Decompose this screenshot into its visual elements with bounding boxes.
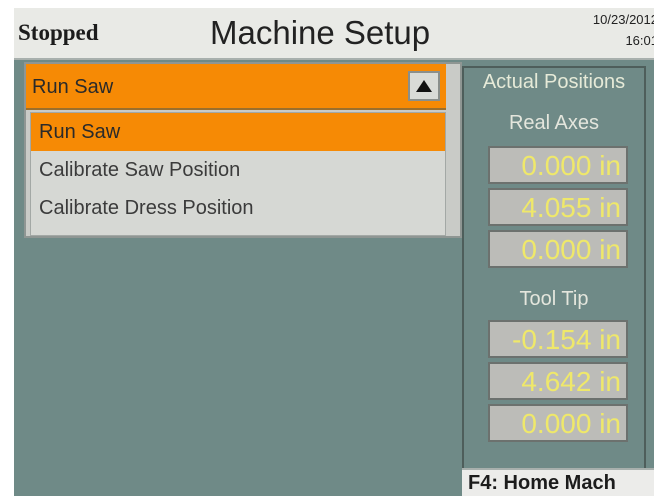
actual-positions-panel: Actual Positions Real Axes 0.000 in 4.05…	[462, 66, 646, 470]
date-display: 10/23/2012	[592, 12, 654, 27]
title-bar: Stopped Machine Setup 10/23/2012 16:01	[14, 8, 654, 60]
mode-dropdown-selected: Run Saw	[32, 76, 114, 98]
time-display: 16:01	[625, 33, 654, 48]
triangle-up-icon	[416, 80, 432, 92]
dropdown-toggle-button[interactable]	[408, 71, 440, 101]
tool-tip-value-3: 0.000 in	[488, 404, 628, 442]
real-axis-value-3: 0.000 in	[488, 230, 628, 268]
mode-dropdown-header[interactable]: Run Saw	[26, 64, 446, 110]
tool-tip-value-1: -0.154 in	[488, 320, 628, 358]
f4-home-machine-button[interactable]: F4: Home Mach	[462, 468, 654, 496]
dropdown-option-run-saw[interactable]: Run Saw	[31, 113, 445, 151]
real-axis-value-1: 0.000 in	[488, 146, 628, 184]
tool-tip-label: Tool Tip	[519, 288, 589, 310]
dropdown-option-calibrate-dress[interactable]: Calibrate Dress Position	[31, 189, 445, 227]
mode-dropdown: Run Saw Run Saw Calibrate Saw Position C…	[24, 62, 462, 238]
real-axes-label: Real Axes	[508, 112, 600, 134]
machine-status: Stopped	[18, 20, 99, 45]
tool-tip-value-2: 4.642 in	[488, 362, 628, 400]
dropdown-option-calibrate-saw[interactable]: Calibrate Saw Position	[31, 151, 445, 189]
machine-setup-screen: Stopped Machine Setup 10/23/2012 16:01 R…	[14, 8, 654, 496]
page-title: Machine Setup	[210, 14, 431, 51]
actual-positions-title: Actual Positions	[482, 71, 626, 93]
mode-dropdown-list: Run Saw Calibrate Saw Position Calibrate…	[30, 112, 446, 236]
f4-home-machine-label: F4: Home Mach	[468, 472, 616, 494]
real-axis-value-2: 4.055 in	[488, 188, 628, 226]
